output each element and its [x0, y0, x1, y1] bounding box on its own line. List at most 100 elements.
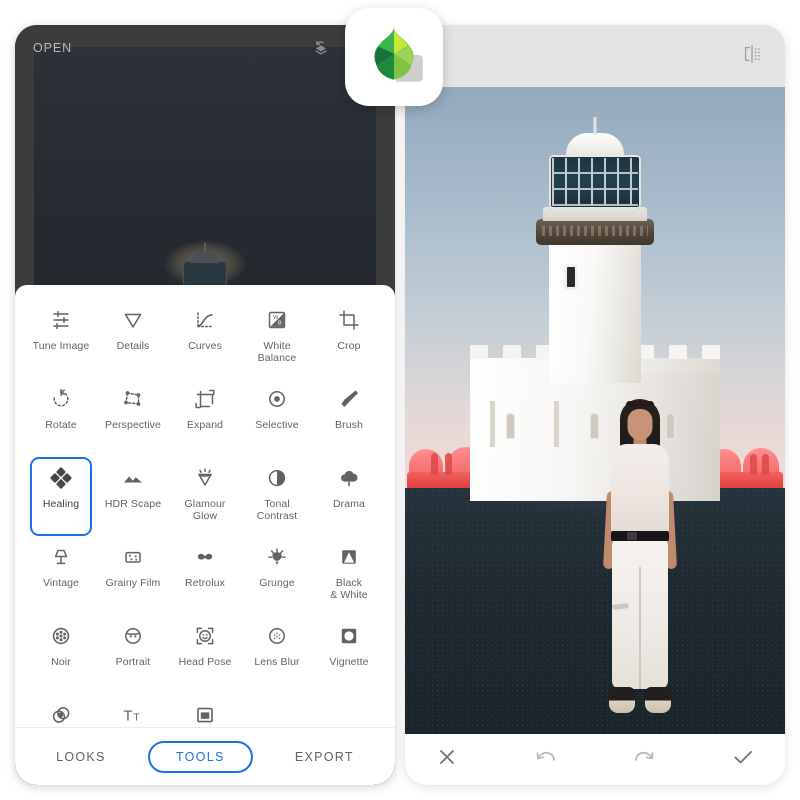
tool-tune-image[interactable]: Tune Image	[30, 299, 92, 378]
head-pose-icon	[192, 623, 218, 649]
nav-tab-looks[interactable]: LOOKS	[44, 741, 118, 773]
text-icon: TT	[120, 702, 146, 727]
dimmed-lighthouse-image	[34, 47, 376, 325]
tool-label: HDR Scape	[104, 498, 162, 510]
tool-label: Details	[116, 340, 150, 352]
tool-label: Vintage	[42, 577, 80, 589]
curves-icon	[192, 307, 218, 333]
preview-footer-toolbar	[405, 734, 785, 785]
lighthouse-dome	[566, 133, 624, 158]
frames-icon	[192, 702, 218, 727]
tool-grainy-film[interactable]: Grainy Film	[102, 536, 164, 615]
tool-frames[interactable]: Frames	[174, 694, 236, 727]
tool-label: Vignette	[329, 656, 369, 668]
lighthouse-gallery	[536, 219, 654, 246]
preview-header	[405, 25, 785, 87]
lighthouse-base	[470, 345, 720, 502]
tool-tonal-contrast[interactable]: Tonal Contrast	[246, 457, 308, 536]
person-sunglasses	[626, 401, 654, 408]
tool-drama[interactable]: Drama	[318, 457, 380, 536]
tool-curves[interactable]: Curves	[174, 299, 236, 378]
crop-icon	[336, 307, 362, 333]
undo-arrow-icon[interactable]	[534, 745, 558, 774]
tool-noir[interactable]: Noir	[30, 615, 92, 694]
grainy-film-icon	[120, 544, 146, 570]
tool-crop[interactable]: Crop	[318, 299, 380, 378]
tool-glamour-glow[interactable]: Glamour Glow	[174, 457, 236, 536]
tool-selective[interactable]: Selective	[246, 378, 308, 457]
perspective-icon	[120, 386, 146, 412]
drama-cloud-icon	[336, 465, 362, 491]
svg-text:B: B	[278, 321, 282, 327]
white-balance-icon: WB	[264, 307, 290, 333]
dim-lighthouse-spike	[204, 243, 206, 252]
compare-split-icon[interactable]	[741, 43, 763, 70]
nav-tab-export[interactable]: EXPORT	[283, 741, 366, 773]
tool-details[interactable]: Details	[102, 299, 164, 378]
tool-text[interactable]: TTText	[102, 694, 164, 727]
person-left-sandal	[609, 687, 635, 713]
tool-label: Curves	[188, 340, 222, 352]
lighthouse-tower	[549, 233, 641, 384]
editor-header: OPEN	[15, 25, 395, 71]
vignette-icon	[336, 623, 362, 649]
tool-head-pose[interactable]: Head Pose	[174, 615, 236, 694]
tool-label: Perspective	[105, 419, 161, 431]
retrolux-icon	[192, 544, 218, 570]
redo-arrow-icon[interactable]	[632, 745, 656, 774]
tool-healing[interactable]: Healing	[30, 457, 92, 536]
tool-portrait[interactable]: Portrait	[102, 615, 164, 694]
tool-black-white[interactable]: Black & White	[318, 536, 380, 615]
edited-photo[interactable]	[405, 87, 785, 734]
tool-label: Rotate	[45, 419, 77, 431]
tool-label: Expand	[186, 419, 224, 431]
person-subject	[601, 399, 679, 729]
editor-bottom-nav: LOOKS TOOLS EXPORT	[15, 727, 395, 785]
tool-double-exposure[interactable]: DoubleExposure	[30, 694, 92, 727]
tool-brush[interactable]: Brush	[318, 378, 380, 457]
tool-hdr-scape[interactable]: HDR Scape	[102, 457, 164, 536]
lighthouse-window-1	[506, 413, 515, 440]
snapseed-leaf-logo	[374, 28, 423, 82]
rotate-icon	[48, 386, 74, 412]
close-x-icon[interactable]	[435, 745, 459, 774]
tool-label: Head Pose	[178, 656, 232, 668]
tool-label: Tune Image	[32, 340, 90, 352]
tool-label: Retrolux	[185, 577, 225, 589]
stacks-revert-icon[interactable]	[311, 38, 331, 58]
tool-expand[interactable]: Expand	[174, 378, 236, 457]
tune-sliders-icon	[48, 307, 74, 333]
tool-retrolux[interactable]: Retrolux	[174, 536, 236, 615]
open-button[interactable]: OPEN	[33, 41, 72, 55]
tool-label: Lens Blur	[254, 656, 300, 668]
tool-lens-blur[interactable]: Lens Blur	[246, 615, 308, 694]
preview-panel	[405, 25, 785, 785]
lighthouse-window-2	[590, 413, 599, 440]
brush-icon	[336, 386, 362, 412]
lens-blur-icon	[264, 623, 290, 649]
lighthouse-lantern-room	[549, 155, 641, 210]
bench-figure-right-1	[750, 454, 757, 476]
photo-asphalt-ground	[405, 488, 785, 734]
confirm-check-icon[interactable]	[731, 745, 755, 774]
tool-white-balance[interactable]: W B White Balance	[246, 299, 308, 378]
tool-vignette[interactable]: Vignette	[318, 615, 380, 694]
lighthouse-tower-window	[567, 267, 575, 288]
tool-vintage[interactable]: Vintage	[30, 536, 92, 615]
dim-lighthouse-dome	[191, 251, 219, 263]
healing-patch-icon	[48, 465, 74, 491]
tool-label: White Balance	[257, 340, 297, 364]
tool-perspective[interactable]: Perspective	[102, 378, 164, 457]
tool-label: Noir	[51, 656, 71, 668]
nav-tab-tools[interactable]: TOOLS	[147, 740, 253, 773]
bench-back-right-2	[743, 448, 779, 476]
tool-label: Brush	[335, 419, 363, 431]
tool-label: Crop	[337, 340, 361, 352]
tool-label: Black & White	[330, 577, 368, 601]
dim-lighthouse-glass	[183, 261, 227, 287]
svg-text:T: T	[133, 711, 140, 723]
screenshot-root: OPEN Tune Image Details Curves W B White…	[0, 0, 800, 800]
person-right-sandal	[645, 687, 671, 713]
tool-grunge[interactable]: Grunge	[246, 536, 308, 615]
tool-rotate[interactable]: Rotate	[30, 378, 92, 457]
